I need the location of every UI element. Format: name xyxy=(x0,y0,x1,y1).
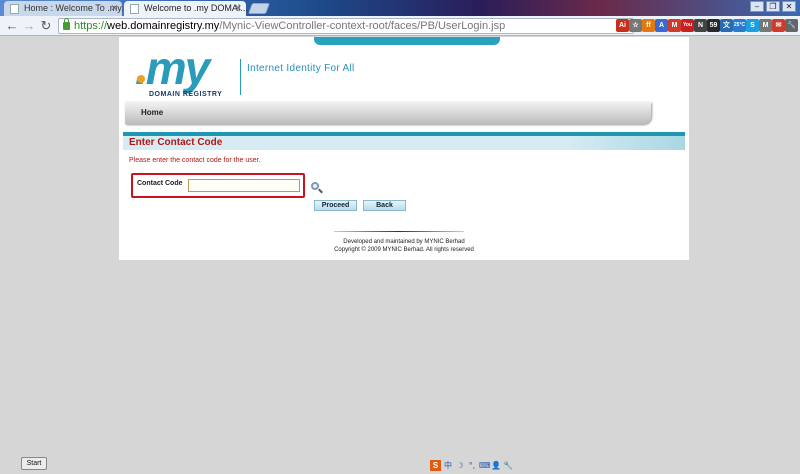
back-button[interactable]: Back xyxy=(363,200,406,211)
lock-icon xyxy=(63,18,70,30)
ime-item-icon[interactable]: ⌨ xyxy=(479,460,491,471)
ime-item-icon[interactable]: ☽ xyxy=(455,460,465,471)
page-title: Enter Contact Code xyxy=(129,137,223,148)
logo-subtitle: DOMAIN REGISTRY xyxy=(149,91,223,98)
gmail-icon[interactable]: M xyxy=(668,19,681,32)
ime-item-icon[interactable]: 👤 xyxy=(491,460,501,471)
page-content: .my DOMAIN REGISTRY Internet Identity Fo… xyxy=(119,37,689,260)
start-button[interactable]: Start xyxy=(21,457,47,470)
reload-icon[interactable]: ↻ xyxy=(38,18,54,34)
footer-copyright-text: Copyright © 2009 MYNIC Berhad. All right… xyxy=(334,247,474,253)
mail-alert-icon[interactable]: ✉ xyxy=(772,19,785,32)
counter-badge-icon[interactable]: 59 xyxy=(707,19,720,32)
site-tagline: Internet Identity For All xyxy=(247,63,355,74)
dictionary-icon[interactable]: 文 xyxy=(720,19,733,32)
logo-my-text: .my xyxy=(135,42,210,94)
tab-welcome-domain[interactable]: Welcome to .my DOMAI... ✕ xyxy=(124,1,248,16)
proceed-button[interactable]: Proceed xyxy=(314,200,357,211)
star-bookmark-icon[interactable]: ☆ xyxy=(629,19,642,32)
header-accent-strip xyxy=(314,37,500,45)
mail-checker-icon[interactable]: M xyxy=(759,19,772,32)
contact-code-group: Contact Code xyxy=(131,173,305,198)
main-navbar: Home xyxy=(125,102,651,124)
nav-home-link[interactable]: Home xyxy=(141,102,163,124)
footer-divider xyxy=(334,231,464,232)
settings-wrench-icon[interactable]: 🔧 xyxy=(785,19,798,32)
section-header: Enter Contact Code xyxy=(123,132,685,150)
logo-dot-icon xyxy=(137,75,145,83)
browser-toolbar: ← → ↻ https://web.domainregistry.my/Myni… xyxy=(0,16,800,36)
contact-code-label: Contact Code xyxy=(137,180,183,187)
ime-toolbar: S 中 ☽ °, ⌨ 👤 🔧 xyxy=(430,460,513,471)
close-tab-icon[interactable]: ✕ xyxy=(234,1,242,16)
address-bar[interactable]: https://web.domainregistry.my/Mynic-View… xyxy=(58,18,634,34)
firefox-sync-icon[interactable]: ff xyxy=(642,19,655,32)
ime-item-icon[interactable]: °, xyxy=(467,460,477,471)
restore-icon[interactable]: ❐ xyxy=(766,1,780,12)
url-text: https://web.domainregistry.my/Mynic-View… xyxy=(74,20,506,32)
weather-icon[interactable]: 25°C xyxy=(733,19,746,32)
translate-icon[interactable]: A xyxy=(655,19,668,32)
new-tab-button[interactable] xyxy=(247,3,271,14)
skype-icon[interactable]: S xyxy=(746,19,759,32)
adobe-extension-icon[interactable]: Ai xyxy=(616,19,629,32)
ime-item-icon[interactable]: S xyxy=(430,460,441,471)
back-arrow-icon[interactable]: ← xyxy=(4,18,20,34)
tab-title: Welcome to .my DOMAI... xyxy=(144,3,248,13)
domain-registry-logo[interactable]: .my DOMAIN REGISTRY xyxy=(135,42,239,99)
forward-arrow-icon[interactable]: → xyxy=(21,18,37,34)
search-lookup-icon[interactable] xyxy=(310,182,323,195)
news-icon[interactable]: N xyxy=(694,19,707,32)
logo-divider xyxy=(240,59,241,95)
browser-titlebar: Home : Welcome To .my... ✕ Welcome to .m… xyxy=(0,0,800,16)
close-window-icon[interactable]: ✕ xyxy=(782,1,796,12)
contact-code-input[interactable] xyxy=(188,179,300,192)
ime-item-icon[interactable]: 🔧 xyxy=(503,460,513,471)
tab-home-welcome[interactable]: Home : Welcome To .my... ✕ xyxy=(4,1,129,16)
page-favicon-icon xyxy=(10,4,19,14)
instruction-text: Please enter the contact code for the us… xyxy=(129,157,261,164)
ime-item-icon[interactable]: 中 xyxy=(443,460,453,471)
page-favicon-icon xyxy=(130,4,139,14)
youtube-icon[interactable]: You xyxy=(681,19,694,32)
minimize-icon[interactable]: – xyxy=(750,1,764,12)
close-tab-icon[interactable]: ✕ xyxy=(110,1,118,16)
window-controls: – ❐ ✕ xyxy=(750,1,796,12)
footer-developed-text: Developed and maintained by MYNIC Berhad xyxy=(343,239,465,245)
